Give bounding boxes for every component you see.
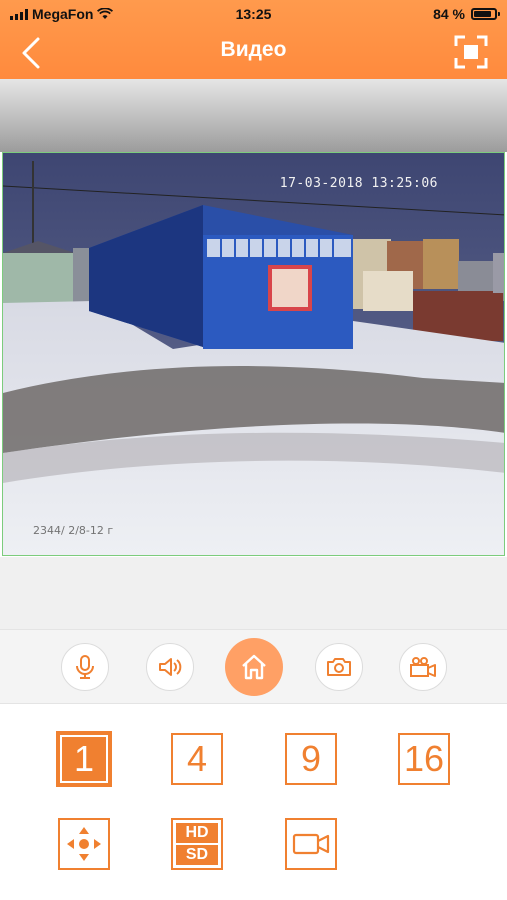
microphone-button[interactable] (61, 643, 109, 691)
layout-16-label: 16 (403, 738, 445, 779)
video-record-button[interactable] (285, 818, 337, 870)
control-bar (0, 629, 507, 704)
record-button[interactable] (399, 643, 447, 691)
layout-1-button[interactable]: 1 (56, 731, 112, 787)
layout-1-label: 1 (73, 738, 95, 779)
hd-label: HD (176, 823, 218, 843)
battery-info: 84 % (433, 6, 500, 22)
battery-percent: 84 % (433, 6, 465, 22)
header-bar: MegaFon 13:25 84 % Видео (0, 0, 507, 79)
home-icon (242, 654, 266, 680)
battery-icon (471, 8, 500, 20)
layout-9-button[interactable]: 9 (285, 733, 337, 785)
ptz-control-button[interactable] (58, 818, 110, 870)
fullscreen-icon[interactable] (453, 34, 489, 70)
video-feed[interactable]: 17-03-2018 13:25:06 2344/ 2/8-12 г (2, 152, 505, 556)
status-bar: MegaFon 13:25 84 % (0, 0, 507, 28)
ptz-arrows-icon (67, 827, 101, 861)
camera-icon (327, 658, 351, 676)
hd-sd-toggle-button[interactable]: HD SD (171, 818, 223, 870)
spacer-area (0, 557, 507, 629)
page-title: Видео (220, 38, 287, 61)
camera-scene-image (3, 153, 504, 555)
speaker-button[interactable] (146, 643, 194, 691)
camera-label: 2344/ 2/8-12 г (33, 524, 114, 537)
layout-9-label: 9 (300, 738, 322, 779)
gray-band (0, 79, 507, 152)
layout-4-button[interactable]: 4 (171, 733, 223, 785)
layout-16-button[interactable]: 16 (398, 733, 450, 785)
microphone-icon (76, 655, 94, 679)
sd-label: SD (176, 845, 218, 865)
video-camera-icon (410, 657, 436, 677)
snapshot-button[interactable] (315, 643, 363, 691)
home-button[interactable] (225, 638, 283, 696)
video-record-icon (292, 833, 330, 855)
status-time: 13:25 (235, 6, 272, 22)
speaker-icon (159, 658, 182, 676)
video-timestamp: 17-03-2018 13:25:06 (279, 176, 438, 191)
layout-4-label: 4 (186, 738, 208, 779)
